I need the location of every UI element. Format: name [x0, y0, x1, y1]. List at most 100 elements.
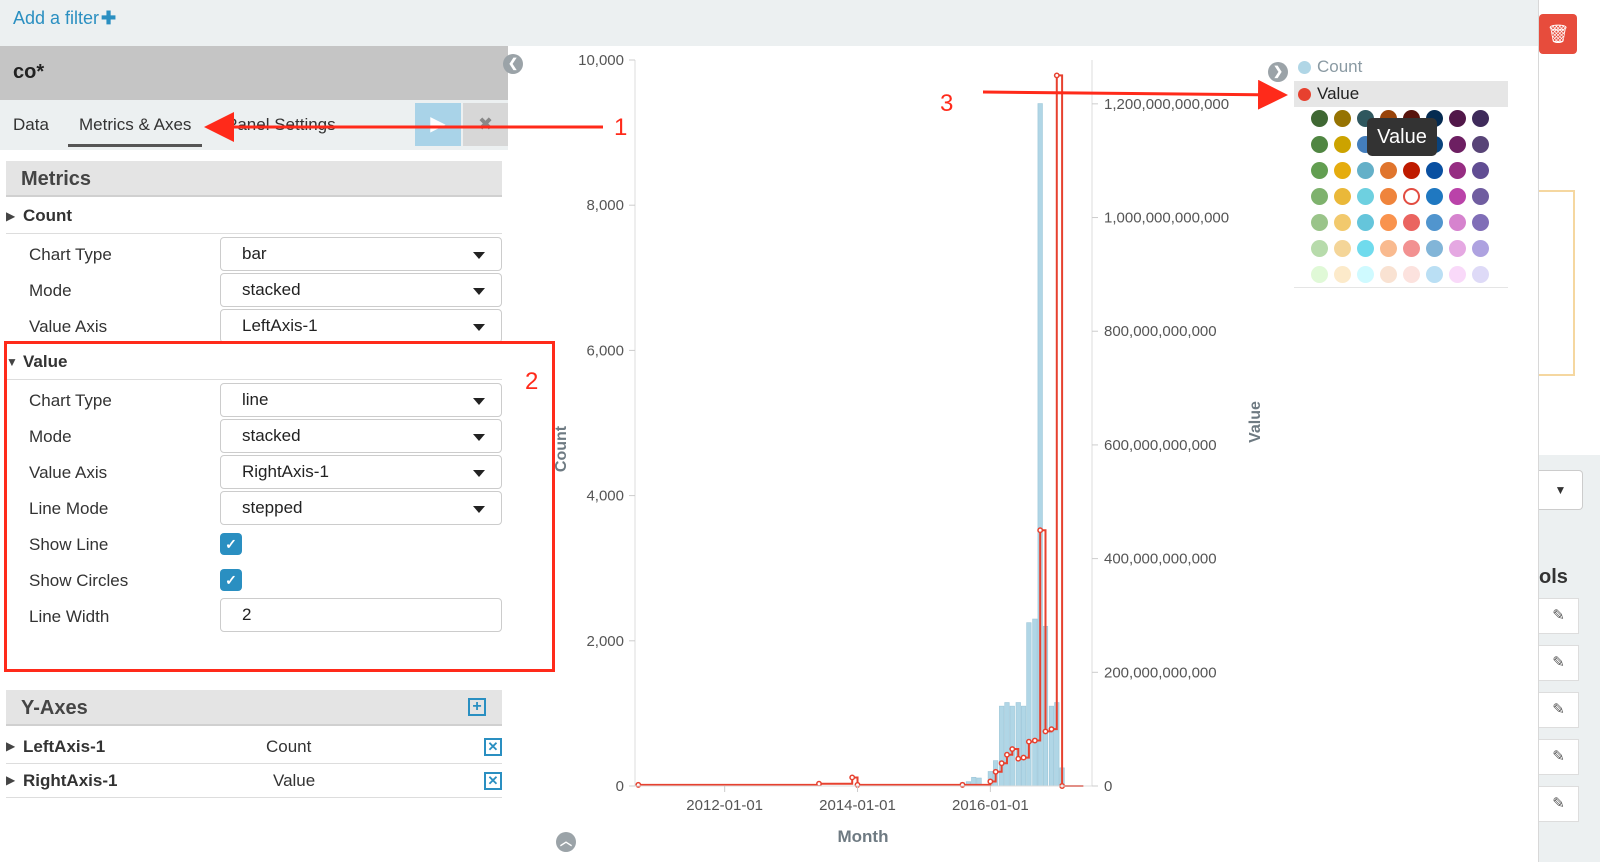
color-swatch[interactable] [1380, 240, 1397, 257]
color-swatch[interactable] [1472, 188, 1489, 205]
color-swatch[interactable] [1334, 162, 1351, 179]
pencil-icon[interactable]: ✎ [1539, 598, 1579, 634]
color-swatch[interactable] [1380, 188, 1397, 205]
color-swatch[interactable] [1311, 136, 1328, 153]
value-point [998, 760, 1005, 767]
count-bar [1032, 618, 1038, 787]
color-swatch[interactable] [1311, 162, 1328, 179]
color-swatch[interactable] [1403, 214, 1420, 231]
color-swatch[interactable] [1472, 110, 1489, 127]
color-swatch[interactable] [1449, 110, 1466, 127]
color-swatch[interactable] [1449, 188, 1466, 205]
color-swatch[interactable] [1403, 162, 1420, 179]
color-swatch[interactable] [1472, 240, 1489, 257]
legend-item-count[interactable]: Count [1294, 54, 1508, 80]
left-tick-label: 10,000 [578, 52, 624, 69]
color-swatch[interactable] [1403, 240, 1420, 257]
color-swatch[interactable] [1449, 136, 1466, 153]
color-swatch[interactable] [1357, 188, 1374, 205]
count-bar [1009, 705, 1015, 787]
add-axis-icon[interactable]: + [468, 698, 486, 716]
color-swatch[interactable] [1380, 266, 1397, 283]
tools-heading-fragment: ols [1539, 566, 1568, 588]
color-swatch[interactable] [1357, 214, 1374, 231]
color-swatch[interactable] [1334, 240, 1351, 257]
pencil-icon[interactable]: ✎ [1539, 692, 1579, 728]
y-axis-row-left[interactable]: ▶ LeftAxis-1 Count ✕ [6, 730, 502, 764]
value-point [1042, 728, 1049, 735]
legend-item-value[interactable]: Value [1294, 81, 1508, 107]
color-swatch[interactable] [1426, 188, 1443, 205]
caret-down-icon [473, 324, 485, 331]
count-mode-select[interactable]: stacked [220, 273, 502, 307]
color-swatch[interactable] [1311, 240, 1328, 257]
right-tick-label: 200,000,000,000 [1104, 664, 1217, 681]
color-swatch[interactable] [1357, 240, 1374, 257]
count-chart-type-value: bar [242, 244, 267, 263]
right-tick-label: 400,000,000,000 [1104, 551, 1217, 568]
color-swatch[interactable] [1426, 240, 1443, 257]
color-swatch[interactable] [1357, 162, 1374, 179]
color-swatch[interactable] [1449, 214, 1466, 231]
tab-panel-settings[interactable]: Panel Settings [226, 115, 336, 135]
color-swatch[interactable] [1334, 188, 1351, 205]
color-swatch[interactable] [1334, 136, 1351, 153]
color-swatch[interactable] [1403, 188, 1420, 205]
remove-axis-icon[interactable]: ✕ [484, 772, 502, 790]
color-swatch[interactable] [1449, 266, 1466, 283]
caret-right-icon: ▶ [6, 773, 16, 787]
discard-changes-button[interactable]: ✖ [463, 103, 508, 146]
pencil-icon[interactable]: ✎ [1539, 645, 1579, 681]
x-axis-title: Month [838, 827, 889, 846]
color-swatch[interactable] [1472, 162, 1489, 179]
tab-data[interactable]: Data [13, 115, 49, 135]
right-tick-label: 1,200,000,000,000 [1104, 96, 1229, 113]
caret-right-icon: ▶ [6, 209, 16, 223]
trash-icon[interactable]: 🗑 [1539, 14, 1577, 54]
remove-axis-icon[interactable]: ✕ [484, 738, 502, 756]
collapse-sidebar-icon[interactable]: ❮ [503, 54, 523, 74]
color-swatch[interactable] [1311, 214, 1328, 231]
annotation-number-3: 3 [940, 90, 954, 117]
color-swatch[interactable] [1472, 136, 1489, 153]
tab-metrics-axes[interactable]: Metrics & Axes [68, 115, 203, 147]
caret-down-icon [473, 252, 485, 259]
color-swatch[interactable] [1449, 240, 1466, 257]
color-swatch[interactable] [1334, 214, 1351, 231]
plus-icon: ✚ [101, 8, 117, 28]
color-swatch[interactable] [1334, 110, 1351, 127]
color-swatch[interactable] [1426, 162, 1443, 179]
left-tick-label: 8,000 [586, 197, 624, 214]
count-value-axis-select[interactable]: LeftAxis-1 [220, 309, 502, 343]
color-swatch[interactable] [1380, 214, 1397, 231]
color-swatch[interactable] [1472, 214, 1489, 231]
count-series-header[interactable]: ▶ Count [6, 202, 502, 234]
color-swatch[interactable] [1426, 214, 1443, 231]
y-axis-title-right: Value [1247, 401, 1264, 443]
left-tick-label: 0 [616, 778, 624, 795]
color-swatch[interactable] [1472, 266, 1489, 283]
color-swatch[interactable] [1334, 266, 1351, 283]
pencil-icon[interactable]: ✎ [1539, 786, 1579, 822]
color-swatch[interactable] [1357, 266, 1374, 283]
color-swatch[interactable] [1311, 110, 1328, 127]
filter-bar: Add a filter ✚ [0, 0, 1538, 46]
color-swatch[interactable] [1311, 188, 1328, 205]
value-point [1020, 754, 1027, 761]
add-filter-link[interactable]: Add a filter ✚ [13, 8, 116, 29]
color-swatch[interactable] [1449, 162, 1466, 179]
color-swatch[interactable] [1380, 162, 1397, 179]
color-swatch[interactable] [1426, 266, 1443, 283]
value-point [987, 778, 994, 785]
y-axis-row-right[interactable]: ▶ RightAxis-1 Value ✕ [6, 764, 502, 798]
chevron-down-icon[interactable]: ▼ [1539, 470, 1583, 510]
apply-changes-button[interactable]: ▶ [415, 103, 461, 146]
left-tick-label: 2,000 [586, 633, 624, 650]
color-swatch[interactable] [1311, 266, 1328, 283]
highlight-box [1539, 190, 1575, 376]
collapse-legend-icon[interactable]: ❯ [1268, 62, 1288, 82]
count-chart-type-select[interactable]: bar [220, 237, 502, 271]
color-swatch[interactable] [1403, 266, 1420, 283]
pencil-icon[interactable]: ✎ [1539, 739, 1579, 775]
value-point [1053, 72, 1060, 79]
